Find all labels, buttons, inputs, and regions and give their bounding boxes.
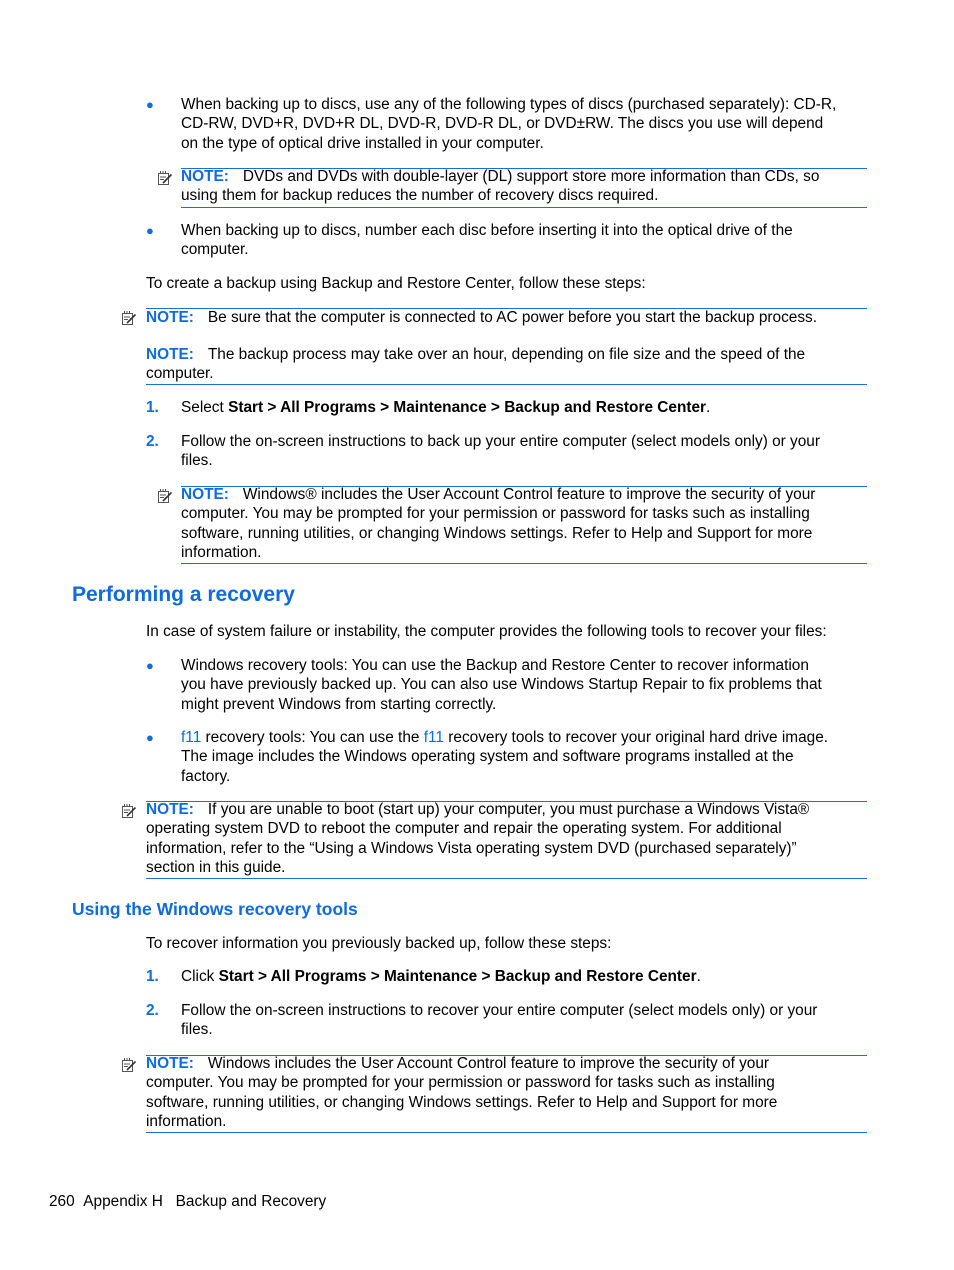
text-line: information, refer to the “Using a Windo… [146, 839, 797, 857]
recover-step-1: Click Start > All Programs > Maintenance… [181, 967, 701, 986]
text-line: CD-RW, DVD+R, DVD+R DL, DVD-R, DVD-R DL,… [181, 115, 824, 133]
section-heading: Performing a recovery [72, 583, 295, 606]
text-line: Windows® includes the User Account Contr… [242, 486, 816, 503]
page-number: 260 [49, 1193, 75, 1210]
note-label: NOTE: [181, 168, 229, 185]
note-bottom-rule [146, 384, 867, 385]
note-pencil-icon [121, 803, 137, 819]
text-line: Follow the on-screen instructions to bac… [181, 433, 820, 450]
menu-path: Start > All Programs > Maintenance > Bac… [228, 399, 707, 416]
note-bottom-rule [146, 1132, 867, 1133]
text-line: When backing up to discs, number each di… [181, 222, 793, 239]
text-line: The backup process may take over an hour… [207, 346, 806, 363]
note-pencil-icon [157, 488, 173, 504]
text-span: . [696, 968, 701, 985]
note-uac-backup: NOTE: Windows® includes the User Account … [181, 485, 815, 562]
note-label: NOTE: [146, 309, 194, 326]
bullet-icon: ● [146, 730, 154, 745]
text-line: operating system DVD to reboot the compu… [146, 820, 782, 838]
note-label: NOTE: [146, 801, 194, 818]
step-number: 1. [146, 968, 159, 985]
text-span: Click [181, 968, 219, 985]
note-label: NOTE: [146, 1055, 194, 1072]
backup-step-1: Select Start > All Programs > Maintenanc… [181, 398, 710, 417]
text-line: files. [181, 1021, 213, 1039]
note-bottom-rule [181, 207, 867, 208]
recovery-intro: In case of system failure or instability… [146, 623, 827, 640]
bullet-number-discs: When backing up to discs, number each di… [181, 221, 793, 260]
intro-backup: To create a backup using Backup and Rest… [146, 275, 646, 292]
note-dvd-capacity: NOTE: DVDs and DVDs with double-layer (DL… [181, 167, 819, 206]
chapter-title: Backup and Recovery [175, 1193, 327, 1210]
note-ac-power: NOTE: Be sure that the computer is connec… [146, 308, 817, 327]
text-line: files. [181, 452, 213, 470]
text-span: recovery tools: You can use the [201, 729, 424, 746]
text-line: DVDs and DVDs with double-layer (DL) sup… [242, 168, 820, 185]
text-line: computer. [146, 365, 214, 383]
bullet-disc-types: When backing up to discs, use any of the… [181, 95, 836, 153]
text-span: recovery tools to recover your original … [443, 729, 829, 746]
text-line: computer. [181, 241, 249, 259]
note-pencil-icon [157, 170, 173, 186]
text-line: software, running utilities, or changing… [146, 1093, 778, 1111]
text-line: you have previously backed up. You can a… [181, 676, 822, 694]
note-uac-recover: NOTE: Windows includes the User Account C… [146, 1054, 777, 1131]
bullet-icon: ● [146, 97, 154, 112]
note-vista-dvd: NOTE: If you are unable to boot (start up… [146, 800, 809, 877]
text-line: Be sure that the computer is connected t… [207, 309, 818, 326]
text-line: computer. You may be prompted for your p… [181, 505, 810, 523]
bullet-icon: ● [146, 223, 154, 238]
recover-intro: To recover information you previously ba… [146, 935, 612, 952]
text-line: on the type of optical drive installed i… [181, 134, 544, 152]
text-line: using them for backup reduces the number… [181, 187, 659, 205]
text-line: If you are unable to boot (start up) you… [207, 801, 810, 818]
text-line: When backing up to discs, use any of the… [181, 96, 837, 113]
note-pencil-icon [121, 310, 137, 326]
text-line: information. [146, 1112, 227, 1130]
chapter-label: Appendix H [83, 1193, 163, 1210]
text-line: might prevent Windows from starting corr… [181, 695, 497, 713]
text-line: The image includes the Windows operating… [181, 748, 794, 766]
recover-step-2: Follow the on-screen instructions to rec… [181, 1001, 817, 1040]
text-line: Follow the on-screen instructions to rec… [181, 1002, 818, 1019]
text-line: factory. [181, 767, 231, 785]
bullet-f11-recovery: f11 recovery tools: You can use the f11 … [181, 728, 828, 786]
text-line: Windows includes the User Account Contro… [207, 1055, 770, 1072]
backup-step-2: Follow the on-screen instructions to bac… [181, 432, 820, 471]
bullet-windows-recovery: Windows recovery tools: You can use the … [181, 656, 822, 714]
note-bottom-rule [146, 878, 867, 879]
bullet-icon: ● [146, 658, 154, 673]
step-number: 2. [146, 1002, 159, 1019]
subsection-heading: Using the Windows recovery tools [72, 899, 358, 919]
text-span: . [706, 399, 711, 416]
text-line: software, running utilities, or changing… [181, 524, 813, 542]
note-label: NOTE: [181, 486, 229, 503]
step-number: 2. [146, 433, 159, 450]
note-label: NOTE: [146, 346, 194, 363]
note-pencil-icon [121, 1057, 137, 1073]
f11-key: f11 [181, 729, 202, 746]
menu-path: Start > All Programs > Maintenance > Bac… [218, 968, 697, 985]
page-footer: 260 Appendix H Backup and Recovery [49, 1192, 326, 1211]
text-line: section in this guide. [146, 858, 286, 876]
text-line: computer. You may be prompted for your p… [146, 1074, 775, 1092]
note-bottom-rule [181, 563, 867, 564]
step-number: 1. [146, 399, 159, 416]
note-backup-duration: NOTE: The backup process may take over an… [146, 345, 805, 384]
text-line: information. [181, 543, 262, 561]
text-line: Windows recovery tools: You can use the … [181, 657, 809, 674]
text-span: Select [181, 399, 229, 416]
f11-key: f11 [423, 729, 444, 746]
